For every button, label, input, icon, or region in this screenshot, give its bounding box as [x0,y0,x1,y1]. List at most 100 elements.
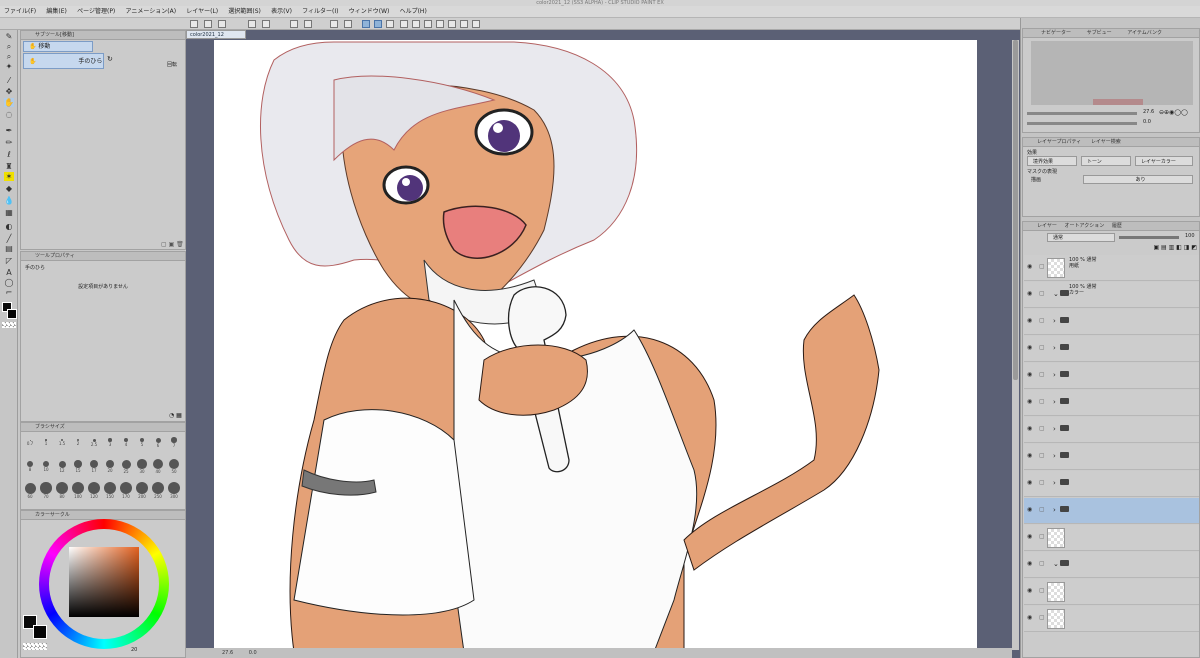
zoom-icon[interactable]: ⌕ [4,42,14,51]
brush-size-item[interactable]: 2 [71,434,85,448]
tab-layer-property[interactable]: レイヤープロパティ [1037,139,1081,145]
snap-special-ruler-icon[interactable] [374,20,382,28]
lock-icon[interactable]: ▢ [1039,425,1045,432]
expand-chevron-icon[interactable]: › [1053,398,1056,406]
airbrush-icon[interactable]: ♜ [4,162,14,171]
vertical-scroll-thumb[interactable] [1013,40,1018,380]
layer-row[interactable]: ◉ ▢ › [1024,471,1199,497]
clear-icon[interactable] [290,20,298,28]
brush-size-item[interactable]: 70 [39,482,53,499]
effect-tone-button[interactable]: トーン [1081,156,1131,166]
brush-size-item[interactable]: 250 [151,482,165,499]
layer-row[interactable]: ◉ ▢ › [1024,336,1199,362]
gradient-icon[interactable]: ◐ [4,222,14,231]
transform-icon[interactable] [330,20,338,28]
symmetry-icon[interactable] [436,20,444,28]
expand-chevron-icon[interactable]: › [1053,452,1056,460]
brush-size-item[interactable]: 100 [71,482,85,499]
menu-file[interactable]: ファイル(F) [0,6,40,17]
layer-row[interactable]: ◉ ▢ › [1024,309,1199,335]
brush-size-item[interactable]: 17 [87,458,101,473]
canvas-zoom-value[interactable]: 27.6 [222,650,233,656]
subtool-footer-icons[interactable]: ▢ ▣ 🗑 [161,241,184,248]
lock-icon[interactable]: ▢ [1039,263,1045,270]
effect-border-button[interactable]: 境界効果 [1027,156,1077,166]
menu-window[interactable]: ウィンドウ(W) [345,6,394,17]
expand-chevron-icon[interactable]: › [1053,506,1056,514]
menu-view[interactable]: 表示(V) [267,6,296,17]
frame-icon[interactable] [472,20,480,28]
navigator-angle-slider[interactable] [1027,122,1137,125]
pen-icon[interactable]: ✒ [4,126,14,135]
brush-size-item[interactable]: 200 [135,482,149,499]
layer-row[interactable]: ◉ ▢ › [1024,390,1199,416]
layer-row[interactable]: ◉ ▢ › [1024,498,1199,524]
brush-size-item[interactable]: 150 [103,482,117,499]
sub-color-chip[interactable] [33,625,47,639]
open-icon[interactable] [204,20,212,28]
eye-icon[interactable]: ◉ [1027,425,1032,432]
brush-size-item[interactable]: 4 [119,434,133,448]
lock-icon[interactable]: ▢ [1039,587,1045,594]
lock-icon[interactable]: ▢ [1039,371,1045,378]
brush-size-item[interactable]: 30 [135,458,149,474]
lock-icon[interactable]: ▢ [1039,506,1045,513]
redo-icon[interactable] [262,20,270,28]
eye-icon[interactable]: ◉ [1027,317,1032,324]
navigator-zoom-slider[interactable] [1027,112,1137,115]
subtool-group-tab[interactable]: ✋ 移動 [23,41,93,52]
concentric-icon[interactable] [448,20,456,28]
opacity-slider[interactable] [1119,236,1179,239]
eyedropper-icon[interactable]: ⁄ [4,76,14,85]
new-icon[interactable] [190,20,198,28]
figure-icon[interactable]: ╱ [4,234,14,243]
transparent-chip[interactable] [23,643,47,650]
decoration-icon[interactable]: ✶ [4,172,14,181]
layer-row[interactable]: ◉ ▢ 100 % 通常 用紙 [1024,255,1199,281]
vertical-scrollbar[interactable] [1012,40,1019,650]
document-tab[interactable]: color2021_12 [186,30,246,39]
guide-icon[interactable] [460,20,468,28]
brush-size-item[interactable]: 7 [167,434,181,448]
eye-icon[interactable]: ◉ [1027,560,1032,567]
brush-size-item[interactable]: 1 [39,434,53,448]
eye-icon[interactable]: ◉ [1027,452,1032,459]
save-icon[interactable] [218,20,226,28]
menu-filter[interactable]: フィルター(I) [298,6,342,17]
ruler-icon[interactable] [412,20,420,28]
brush-icon[interactable]: ℓ [4,150,14,159]
pencil-icon[interactable]: ✏ [4,138,14,147]
brush-size-item[interactable]: 25 [119,458,133,474]
brush-size-item[interactable]: 1.5 [55,434,69,448]
saturation-value-square[interactable] [69,547,139,617]
menu-edit[interactable]: 編集(E) [42,6,70,17]
brush-size-item[interactable]: 3 [103,434,117,448]
fill-icon[interactable] [304,20,312,28]
brush-size-item[interactable]: 8 [23,458,37,472]
hand-icon[interactable]: ✋ [4,98,14,107]
eye-icon[interactable]: ◉ [1027,506,1032,513]
tab-history[interactable]: 履歴 [1112,223,1122,229]
brush-size-item[interactable]: 10 [39,458,53,472]
canvas-angle-value[interactable]: 0.0 [249,650,257,656]
lock-icon[interactable]: ▢ [1039,398,1045,405]
brush-size-item[interactable]: 2.5 [87,434,101,448]
lock-icon[interactable]: ▢ [1039,290,1045,297]
lock-icon[interactable]: ▢ [1039,614,1045,621]
brush-size-item[interactable]: 60 [23,482,37,499]
layer-row[interactable]: ◉ ▢ › [1024,363,1199,389]
eye-icon[interactable]: ◉ [1027,533,1032,540]
menu-page[interactable]: ページ管理(P) [73,6,119,17]
lasso-icon[interactable] [400,20,408,28]
transparent-swatch[interactable] [2,322,16,328]
layer-row[interactable]: ◉ ▢ › [1024,444,1199,470]
lock-icon[interactable]: ▢ [1039,344,1045,351]
layer-row[interactable]: ◉ ▢ › [1024,417,1199,443]
expand-chevron-icon[interactable]: ⌄ [1053,560,1059,568]
lock-icon[interactable]: ▢ [1039,560,1045,567]
navigator-buttons[interactable]: ⊖⊕◉◯◯ [1159,109,1188,116]
sparkle-icon[interactable]: ✦ [4,62,14,71]
deselect-icon[interactable] [344,20,352,28]
layer-toolbar-icons[interactable]: ▣ ▤ ▥ ◧ ◨ ◩ [1025,244,1199,254]
menu-selection[interactable]: 選択範囲(S) [224,6,265,17]
